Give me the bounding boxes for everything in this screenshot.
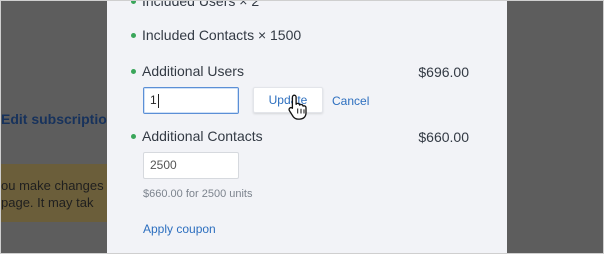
additional-users-label: Additional Users [142,63,244,79]
text-caret [157,93,159,108]
background-notice-box [1,164,107,222]
included-users-item: Included Users × 2 [131,0,260,9]
cancel-link[interactable]: Cancel [332,94,369,108]
additional-contacts-price: $660.00 [418,129,469,145]
additional-contacts-helper-text: $660.00 for 2500 units [143,188,253,200]
additional-users-item: Additional Users [131,63,244,79]
additional-contacts-label: Additional Contacts [142,128,263,144]
background-notice-text-1: ou make changes [1,178,104,193]
bullet-dot-icon [131,1,136,4]
edit-subscription-link: Edit subscriptio [1,111,107,127]
additional-contacts-input[interactable]: 2500 [143,152,239,179]
additional-contacts-input-value: 2500 [150,158,177,172]
subscription-edit-panel: Included Users × 2 Included Contacts × 1… [107,0,507,253]
hand-pointer-icon [288,94,307,120]
bullet-dot-icon [131,32,136,38]
bullet-dot-icon [131,133,136,139]
included-users-label: Included Users × 2 [142,0,260,9]
bullet-dot-icon [131,68,136,74]
additional-users-input-value: 1 [150,93,157,107]
screenshot-frame: Edit subscriptio ou make changes page. I… [0,0,604,254]
background-notice-text-2: page. It may tak [1,195,94,210]
included-contacts-item: Included Contacts × 1500 [131,27,301,43]
additional-users-price: $696.00 [418,64,469,80]
additional-users-input[interactable]: 1 [143,87,239,114]
apply-coupon-link[interactable]: Apply coupon [143,222,216,236]
included-contacts-label: Included Contacts × 1500 [142,27,302,43]
additional-contacts-item: Additional Contacts [131,128,263,144]
